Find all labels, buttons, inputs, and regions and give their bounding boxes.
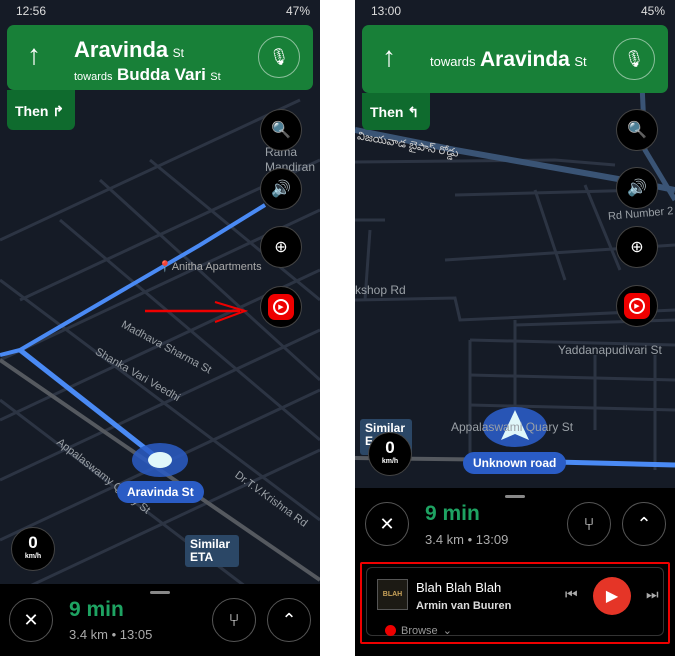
alternate-routes-button[interactable]: ⑂ bbox=[567, 502, 611, 546]
next-turn-hint: Then ↰ bbox=[362, 93, 430, 130]
phone-screen-right: 13:00 45% ↑ towards Aravinda St 🎙 Then ↰ … bbox=[355, 0, 675, 656]
youtube-music-icon bbox=[385, 625, 396, 636]
drag-handle[interactable] bbox=[150, 591, 170, 594]
straight-arrow-icon: ↑ bbox=[382, 41, 396, 72]
speedometer: 0 km/h bbox=[11, 527, 55, 571]
previous-track-button[interactable]: ⏮ bbox=[565, 586, 578, 603]
chevron-down-icon: ⌄ bbox=[442, 625, 452, 637]
search-button[interactable]: 🔍 bbox=[616, 109, 658, 151]
turn-left-icon: ↰ bbox=[407, 104, 420, 120]
turn-right-icon: ↱ bbox=[52, 103, 65, 119]
exit-navigation-button[interactable]: ✕ bbox=[9, 598, 53, 642]
search-icon: 🔍 bbox=[627, 122, 647, 139]
skip-previous-icon: ⏮ bbox=[565, 586, 578, 602]
alternate-routes-button[interactable]: ⑂ bbox=[212, 598, 256, 642]
search-button[interactable]: 🔍 bbox=[260, 109, 302, 151]
trip-sheet[interactable]: ✕ 9 min 3.4 km • 13:09 ⑂ ⌃ BLAH Blah Bla… bbox=[355, 488, 675, 656]
status-bar: 12:56 47% bbox=[16, 4, 310, 18]
drag-handle[interactable] bbox=[505, 495, 525, 498]
battery-level: 45% bbox=[640, 4, 665, 18]
exit-navigation-button[interactable]: ✕ bbox=[365, 502, 409, 546]
add-report-button[interactable]: ⊕ bbox=[260, 226, 302, 268]
sound-button[interactable]: 🔊 bbox=[616, 167, 658, 209]
poi-anitha[interactable]: 📍Anitha Apartments bbox=[158, 260, 262, 273]
media-player-card[interactable]: BLAH Blah Blah Blah Armin van Buuren ⏮ ▶… bbox=[366, 567, 664, 637]
next-turn-hint: Then ↱ bbox=[7, 90, 75, 130]
direction-card[interactable]: ↑ Aravinda St towards Budda Vari St 🎙 bbox=[7, 25, 313, 90]
voice-search-button[interactable]: 🎙 bbox=[613, 38, 655, 80]
speaker-icon: 🔊 bbox=[271, 181, 291, 198]
current-road-label: Unknown road bbox=[463, 452, 567, 474]
route-fork-icon: ⑂ bbox=[228, 609, 240, 630]
play-icon: ▶ bbox=[605, 588, 619, 605]
browse-button[interactable]: Browse ⌄ bbox=[385, 624, 452, 637]
chat-plus-icon: ⊕ bbox=[630, 239, 644, 256]
straight-arrow-icon: ↑ bbox=[27, 39, 41, 70]
direction-card[interactable]: ↑ towards Aravinda St 🎙 bbox=[362, 25, 668, 93]
sound-button[interactable]: 🔊 bbox=[260, 168, 302, 210]
media-player-highlight: BLAH Blah Blah Blah Armin van Buuren ⏮ ▶… bbox=[360, 562, 670, 644]
youtube-music-icon: ▶ bbox=[624, 293, 650, 319]
similar-eta-callout[interactable]: Similar ETA bbox=[185, 535, 239, 567]
mic-icon: 🎙 bbox=[623, 51, 645, 68]
youtube-music-button[interactable]: ▶ bbox=[260, 286, 302, 328]
play-button[interactable]: ▶ bbox=[593, 577, 631, 615]
speaker-icon: 🔊 bbox=[627, 180, 647, 197]
chevron-up-icon: ⌃ bbox=[281, 609, 297, 630]
status-bar: 13:00 45% bbox=[371, 4, 665, 18]
chat-plus-icon: ⊕ bbox=[274, 239, 288, 256]
add-report-button[interactable]: ⊕ bbox=[616, 226, 658, 268]
next-track-button[interactable]: ⏭ bbox=[646, 586, 659, 603]
trip-sheet[interactable]: ✕ 9 min 3.4 km • 13:05 ⑂ ⌃ bbox=[0, 584, 320, 656]
expand-button[interactable]: ⌃ bbox=[622, 502, 666, 546]
voice-search-button[interactable]: 🎙 bbox=[258, 36, 300, 78]
mic-icon: 🎙 bbox=[268, 49, 290, 66]
chevron-up-icon: ⌃ bbox=[636, 513, 652, 534]
album-art: BLAH bbox=[377, 579, 408, 610]
close-icon: ✕ bbox=[23, 609, 39, 630]
expand-button[interactable]: ⌃ bbox=[267, 598, 311, 642]
search-icon: 🔍 bbox=[271, 122, 291, 139]
youtube-music-button[interactable]: ▶ bbox=[616, 285, 658, 327]
route-fork-icon: ⑂ bbox=[583, 513, 595, 534]
phone-screen-left: 12:56 47% ↑ Aravinda St towards Budda Var… bbox=[0, 0, 320, 656]
close-icon: ✕ bbox=[379, 513, 395, 534]
youtube-music-icon: ▶ bbox=[268, 294, 294, 320]
skip-next-icon: ⏭ bbox=[646, 586, 659, 602]
current-road-label: Aravinda St bbox=[117, 481, 204, 503]
speedometer: 0 km/h bbox=[368, 432, 412, 476]
battery-level: 47% bbox=[285, 4, 310, 18]
